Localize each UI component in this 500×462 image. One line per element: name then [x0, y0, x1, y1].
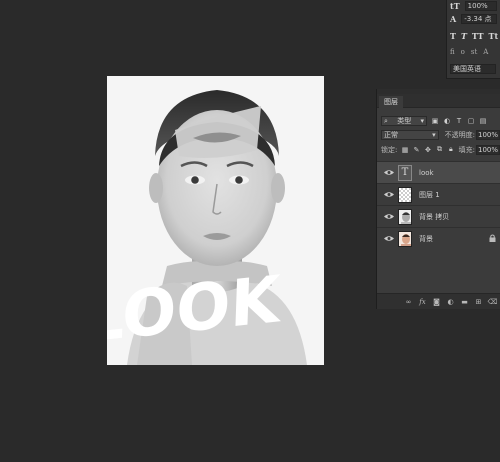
faux-italic-button[interactable]: T: [461, 31, 467, 41]
text-layer-thumbnail: T: [398, 164, 412, 181]
small-caps-button[interactable]: Tt: [489, 31, 499, 41]
lock-all-icon[interactable]: 🔒︎: [447, 145, 454, 154]
language-select[interactable]: 美国英语: [450, 64, 496, 74]
layer-filter-bar: ⌕ 类型 ▾ ▣ ◐ T ▢ ▤: [381, 115, 500, 126]
layer-list: T look 图层 1 背景 拷贝 背景: [377, 161, 500, 249]
blend-mode-label: 正常: [384, 130, 398, 139]
scale-field[interactable]: 100%: [464, 1, 497, 11]
layer-row-look[interactable]: T look: [377, 161, 500, 183]
filter-type-select[interactable]: ⌕ 类型 ▾: [381, 115, 427, 126]
language-row: 美国英语: [450, 64, 496, 74]
transparent-layer-thumbnail: [398, 186, 412, 203]
layer-mask-icon[interactable]: ◙: [432, 297, 441, 306]
shape-filter-icon[interactable]: ▢: [467, 117, 475, 125]
baseline-row: A -3.34 点: [450, 14, 498, 24]
ligature-button[interactable]: fi: [450, 48, 455, 56]
type-style-row: T T TT Tt: [450, 31, 500, 41]
filter-type-label: 类型: [397, 116, 412, 125]
scale-row: tT 100%: [450, 1, 497, 11]
adjustment-layer-icon[interactable]: ◐: [446, 297, 455, 306]
new-layer-icon[interactable]: ⊞: [474, 297, 483, 306]
panel-tab-bar: 图层: [377, 94, 500, 108]
all-caps-button[interactable]: TT: [472, 31, 484, 41]
fill-label: 填充:: [458, 145, 475, 154]
layer-row-background-copy[interactable]: 背景 拷贝: [377, 205, 500, 227]
opacity-field[interactable]: 100%: [475, 129, 500, 140]
faux-bold-button[interactable]: T: [450, 31, 456, 41]
type-filter-icon[interactable]: T: [455, 117, 463, 125]
new-group-icon[interactable]: ▬: [460, 297, 469, 306]
color-photo-thumbnail: [398, 230, 412, 247]
blend-mode-select[interactable]: 正常 ▾: [381, 129, 439, 140]
layer-name: 背景 拷贝: [419, 212, 450, 221]
lock-label: 锁定:: [381, 145, 398, 154]
portrait-photo: LOOK: [107, 76, 324, 365]
layer-name: 图层 1: [419, 190, 440, 199]
layer-row-background[interactable]: 背景: [377, 227, 500, 249]
lock-transparent-icon[interactable]: ▦: [401, 146, 409, 154]
eye-icon[interactable]: [383, 191, 395, 198]
vertical-scale-icon: tT: [450, 1, 460, 11]
eye-icon[interactable]: [383, 235, 395, 242]
search-icon: ⌕: [384, 116, 388, 125]
baseline-shift-icon: A: [450, 14, 457, 24]
lock-fill-bar: 锁定: ▦ ✎ ✥ ⧉ 🔒︎ 填充: 100%: [381, 144, 500, 155]
chevron-down-icon: ▾: [420, 116, 424, 125]
layer-row-layer1[interactable]: 图层 1: [377, 183, 500, 205]
layer-name: look: [419, 168, 434, 177]
trash-icon[interactable]: ⌫: [488, 297, 498, 306]
adjustment-filter-icon[interactable]: ◐: [443, 117, 451, 125]
blend-opacity-bar: 正常 ▾ 不透明度: 100%: [381, 129, 500, 140]
layers-panel: 图层 ⌕ 类型 ▾ ▣ ◐ T ▢ ▤ 正常 ▾ 不透明度: 100% 锁定: …: [376, 89, 500, 309]
tab-layers[interactable]: 图层: [379, 96, 403, 108]
lock-artboard-icon[interactable]: ⧉: [436, 145, 443, 154]
baseline-shift-field[interactable]: -3.34 点: [461, 14, 498, 24]
opacity-label: 不透明度:: [444, 130, 475, 139]
fill-field[interactable]: 100%: [475, 144, 500, 155]
swash-button[interactable]: A: [483, 48, 488, 56]
lock-pixels-icon[interactable]: ✎: [413, 146, 420, 154]
pixel-filter-icon[interactable]: ▣: [431, 117, 439, 125]
discretionary-ligature-button[interactable]: st: [471, 48, 477, 56]
contextual-alt-button[interactable]: o: [461, 48, 465, 56]
grayscale-photo-thumbnail: [398, 208, 412, 225]
lock-position-icon[interactable]: ✥: [424, 146, 431, 154]
eye-icon[interactable]: [383, 169, 395, 176]
link-layers-icon[interactable]: ∞: [404, 297, 413, 306]
layers-footer-toolbar: ∞ fx ◙ ◐ ▬ ⊞ ⌫: [377, 293, 500, 309]
eye-icon[interactable]: [383, 213, 395, 220]
opentype-row: fi o st A: [450, 47, 494, 57]
lock-icon: [489, 234, 496, 244]
layer-name: 背景: [419, 234, 433, 243]
chevron-down-icon: ▾: [432, 130, 436, 139]
smart-object-filter-icon[interactable]: ▤: [479, 117, 487, 125]
document-canvas[interactable]: LOOK: [107, 76, 324, 365]
fx-icon[interactable]: fx: [418, 297, 427, 306]
character-panel: tT 100% A -3.34 点 T T TT Tt fi o st A 美国…: [446, 0, 500, 79]
